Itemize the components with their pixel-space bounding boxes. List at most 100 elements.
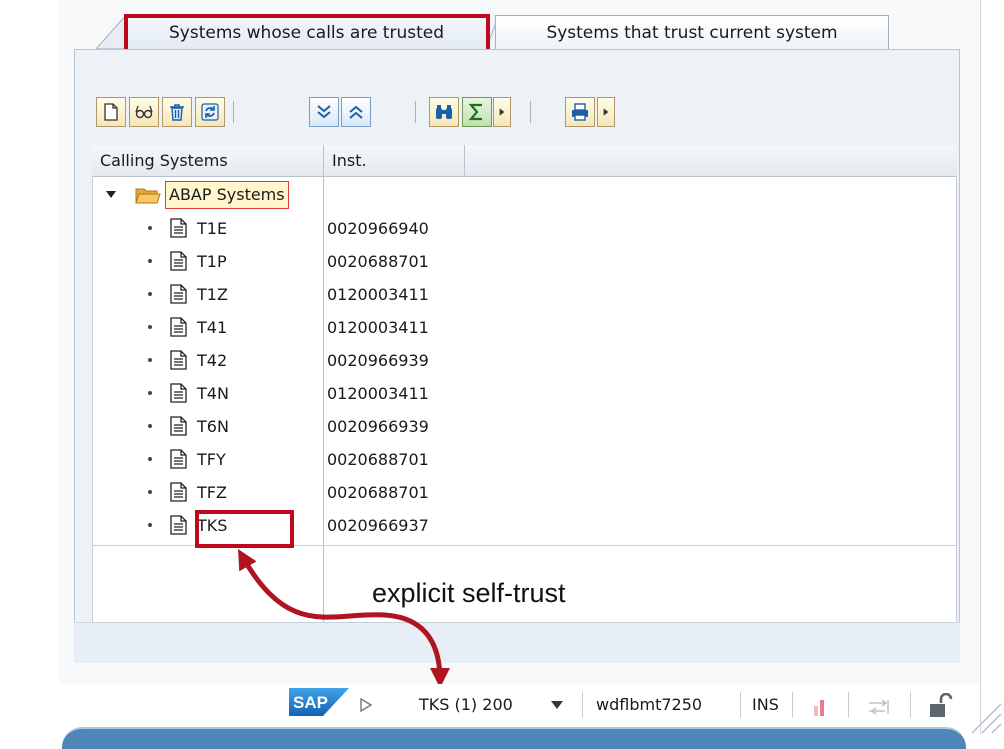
dropdown-arrow-icon [603,108,609,116]
print-icon [572,103,588,121]
tree-row[interactable]: T6N 0020966939 [92,410,957,443]
refresh-button[interactable] [195,97,225,127]
status-system-info[interactable]: TKS (1) 200 [419,693,513,717]
collapse-all-icon [349,105,363,119]
system-id: T1P [197,252,227,271]
sum-icon [468,103,482,121]
find-icon [436,105,452,119]
system-id: T42 [197,351,228,370]
glasses-icon [135,105,153,119]
document-icon [170,416,187,436]
column-header-calling-systems[interactable]: Calling Systems [92,145,323,176]
tree-row[interactable]: T4N 0120003411 [92,377,957,410]
system-id: T1E [197,219,228,238]
folder-label: ABAP Systems [165,181,289,209]
document-icon [170,482,187,502]
tree-row[interactable]: T1Z 0120003411 [92,278,957,311]
expand-all-button[interactable] [309,97,339,127]
tree-header: Calling Systems Inst. [92,145,957,177]
sum-button[interactable] [462,97,492,127]
display-button[interactable] [129,97,159,127]
print-button[interactable] [565,97,595,127]
tree-row[interactable]: T42 0020966939 [92,344,957,377]
tree-bullet [148,325,152,329]
find-button[interactable] [429,97,459,127]
document-icon [170,350,187,370]
sap-logo: SAP [289,688,349,716]
installation-number: 0120003411 [327,285,429,304]
installation-number: 0120003411 [327,384,429,403]
print-dropdown-button[interactable] [597,97,615,127]
column-header-inst[interactable]: Inst. [324,145,464,176]
status-server: wdflbmt7250 [596,695,703,714]
tab-label: Systems that trust current system [546,22,838,43]
installation-number: 0020966939 [327,351,429,370]
installation-number: 0120003411 [327,318,429,337]
status-separator [740,692,741,718]
tree-bullet [148,226,152,230]
expand-triangle-icon[interactable] [106,191,116,199]
lock-open-icon[interactable] [929,693,953,719]
expand-all-icon [317,105,331,119]
system-id: TFY [197,450,226,469]
tree-row[interactable]: TFZ 0020688701 [92,476,957,509]
tree-bullet [148,457,152,461]
trash-icon [170,104,184,121]
tree-row[interactable]: T41 0120003411 [92,311,957,344]
new-button[interactable] [96,97,126,127]
play-icon[interactable] [360,698,372,712]
installation-number: 0020688701 [327,450,429,469]
document-icon [170,449,187,469]
installation-number: 0020688701 [327,483,429,502]
sum-dropdown-button[interactable] [493,97,511,127]
resize-grip-icon[interactable] [968,700,1002,734]
system-id: T6N [197,417,229,436]
status-separator [910,692,911,718]
column-divider [464,145,465,176]
tab-label: Systems whose calls are trusted [168,22,445,43]
installation-number: 0020966937 [327,516,429,535]
tree-bullet [148,358,152,362]
document-icon [170,383,187,403]
chevron-down-icon[interactable] [551,701,563,710]
tree-bullet [148,424,152,428]
document-icon [170,251,187,271]
bottom-bar [62,727,966,749]
system-id: TFZ [197,483,227,502]
toolbar-separator [530,101,531,123]
system-id: T4N [197,384,229,403]
tree-node-abap-systems[interactable]: ABAP Systems [92,179,957,211]
tree-end-line [92,545,957,546]
status-mode[interactable]: INS [752,693,779,717]
tree-row[interactable]: TKS 0020966937 [92,509,957,542]
annotation-text: explicit self-trust [372,578,566,608]
status-separator [792,692,793,718]
tab-systems-whose-calls-are-trusted[interactable]: Systems whose calls are trusted [126,15,487,49]
collapse-all-button[interactable] [341,97,371,127]
document-icon [170,284,187,304]
svg-text:SAP: SAP [293,693,328,712]
status-separator [848,692,849,718]
tree-row[interactable]: TFY 0020688701 [92,443,957,476]
installation-number: 0020966940 [327,219,429,238]
tab-systems-that-trust-current-system[interactable]: Systems that trust current system [495,15,889,49]
folder-open-icon [135,188,161,204]
split-screen-icon[interactable] [868,699,890,715]
delete-button[interactable] [162,97,192,127]
refresh-icon [201,103,219,121]
system-id: TKS [197,516,228,535]
document-icon [170,515,187,535]
tab-left-edge [96,15,128,49]
toolbar-separator [233,101,234,123]
system-id: T41 [197,318,228,337]
tree-row[interactable]: T1E 0020966940 [92,212,957,245]
frame-border [980,0,981,734]
document-icon [170,317,187,337]
toolbar-separator [415,101,416,123]
bar-chart-icon[interactable] [812,698,828,716]
tree-bullet [148,259,152,263]
tree-bullet [148,490,152,494]
document-icon [170,218,187,238]
tree-row[interactable]: T1P 0020688701 [92,245,957,278]
system-id: T1Z [197,285,228,304]
